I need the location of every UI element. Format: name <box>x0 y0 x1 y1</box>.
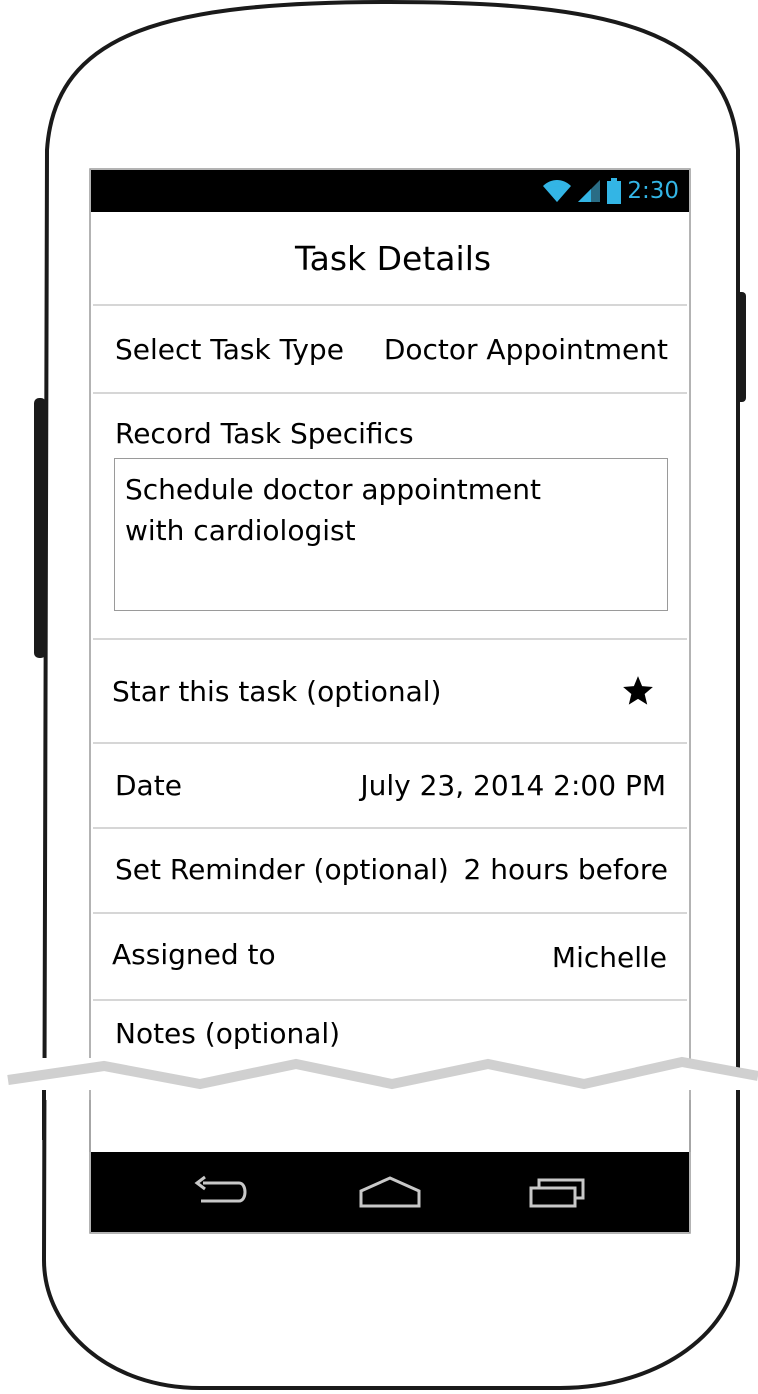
divider <box>93 827 687 829</box>
wifi-icon <box>543 180 572 202</box>
page-title-bar: Task Details <box>91 212 689 304</box>
recent-apps-button[interactable] <box>504 1152 614 1232</box>
reminder-label: Set Reminder (optional) <box>115 853 449 886</box>
task-type-label: Select Task Type <box>115 333 344 366</box>
page-title: Task Details <box>294 238 492 278</box>
date-value[interactable]: July 23, 2014 2:00 PM <box>360 769 666 803</box>
volume-button <box>34 398 46 658</box>
battery-icon <box>607 178 622 204</box>
divider <box>93 999 687 1001</box>
assigned-label: Assigned to <box>112 938 276 971</box>
status-time: 2:30 <box>627 178 679 204</box>
divider <box>93 638 687 640</box>
specifics-label: Record Task Specifics <box>115 417 414 450</box>
status-bar: 2:30 <box>91 170 689 212</box>
divider <box>93 912 687 914</box>
star-label: Star this task (optional) <box>112 675 442 708</box>
star-icon[interactable] <box>621 674 655 708</box>
task-type-value[interactable]: Doctor Appointment <box>384 333 668 367</box>
specifics-text[interactable]: Schedule doctor appointment with cardiol… <box>125 469 595 551</box>
divider <box>93 304 687 306</box>
device-mockup: 2:30 Task Details Select Task Type Docto… <box>0 0 758 1394</box>
power-button <box>736 292 746 402</box>
notes-label: Notes (optional) <box>115 1017 341 1050</box>
home-button[interactable] <box>335 1152 445 1232</box>
phone-screen: 2:30 Task Details Select Task Type Docto… <box>91 170 689 1232</box>
cell-signal-icon <box>578 180 601 202</box>
recent-apps-icon <box>529 1178 585 1208</box>
back-icon <box>194 1175 247 1203</box>
back-button[interactable] <box>166 1152 276 1232</box>
assigned-value[interactable]: Michelle <box>552 941 667 975</box>
specifics-textarea[interactable]: Schedule doctor appointment with cardiol… <box>114 458 668 611</box>
date-label: Date <box>115 769 182 802</box>
divider <box>93 742 687 744</box>
home-icon <box>359 1176 421 1208</box>
divider <box>93 392 687 394</box>
reminder-value[interactable]: 2 hours before <box>464 853 668 887</box>
navigation-bar <box>91 1152 689 1232</box>
